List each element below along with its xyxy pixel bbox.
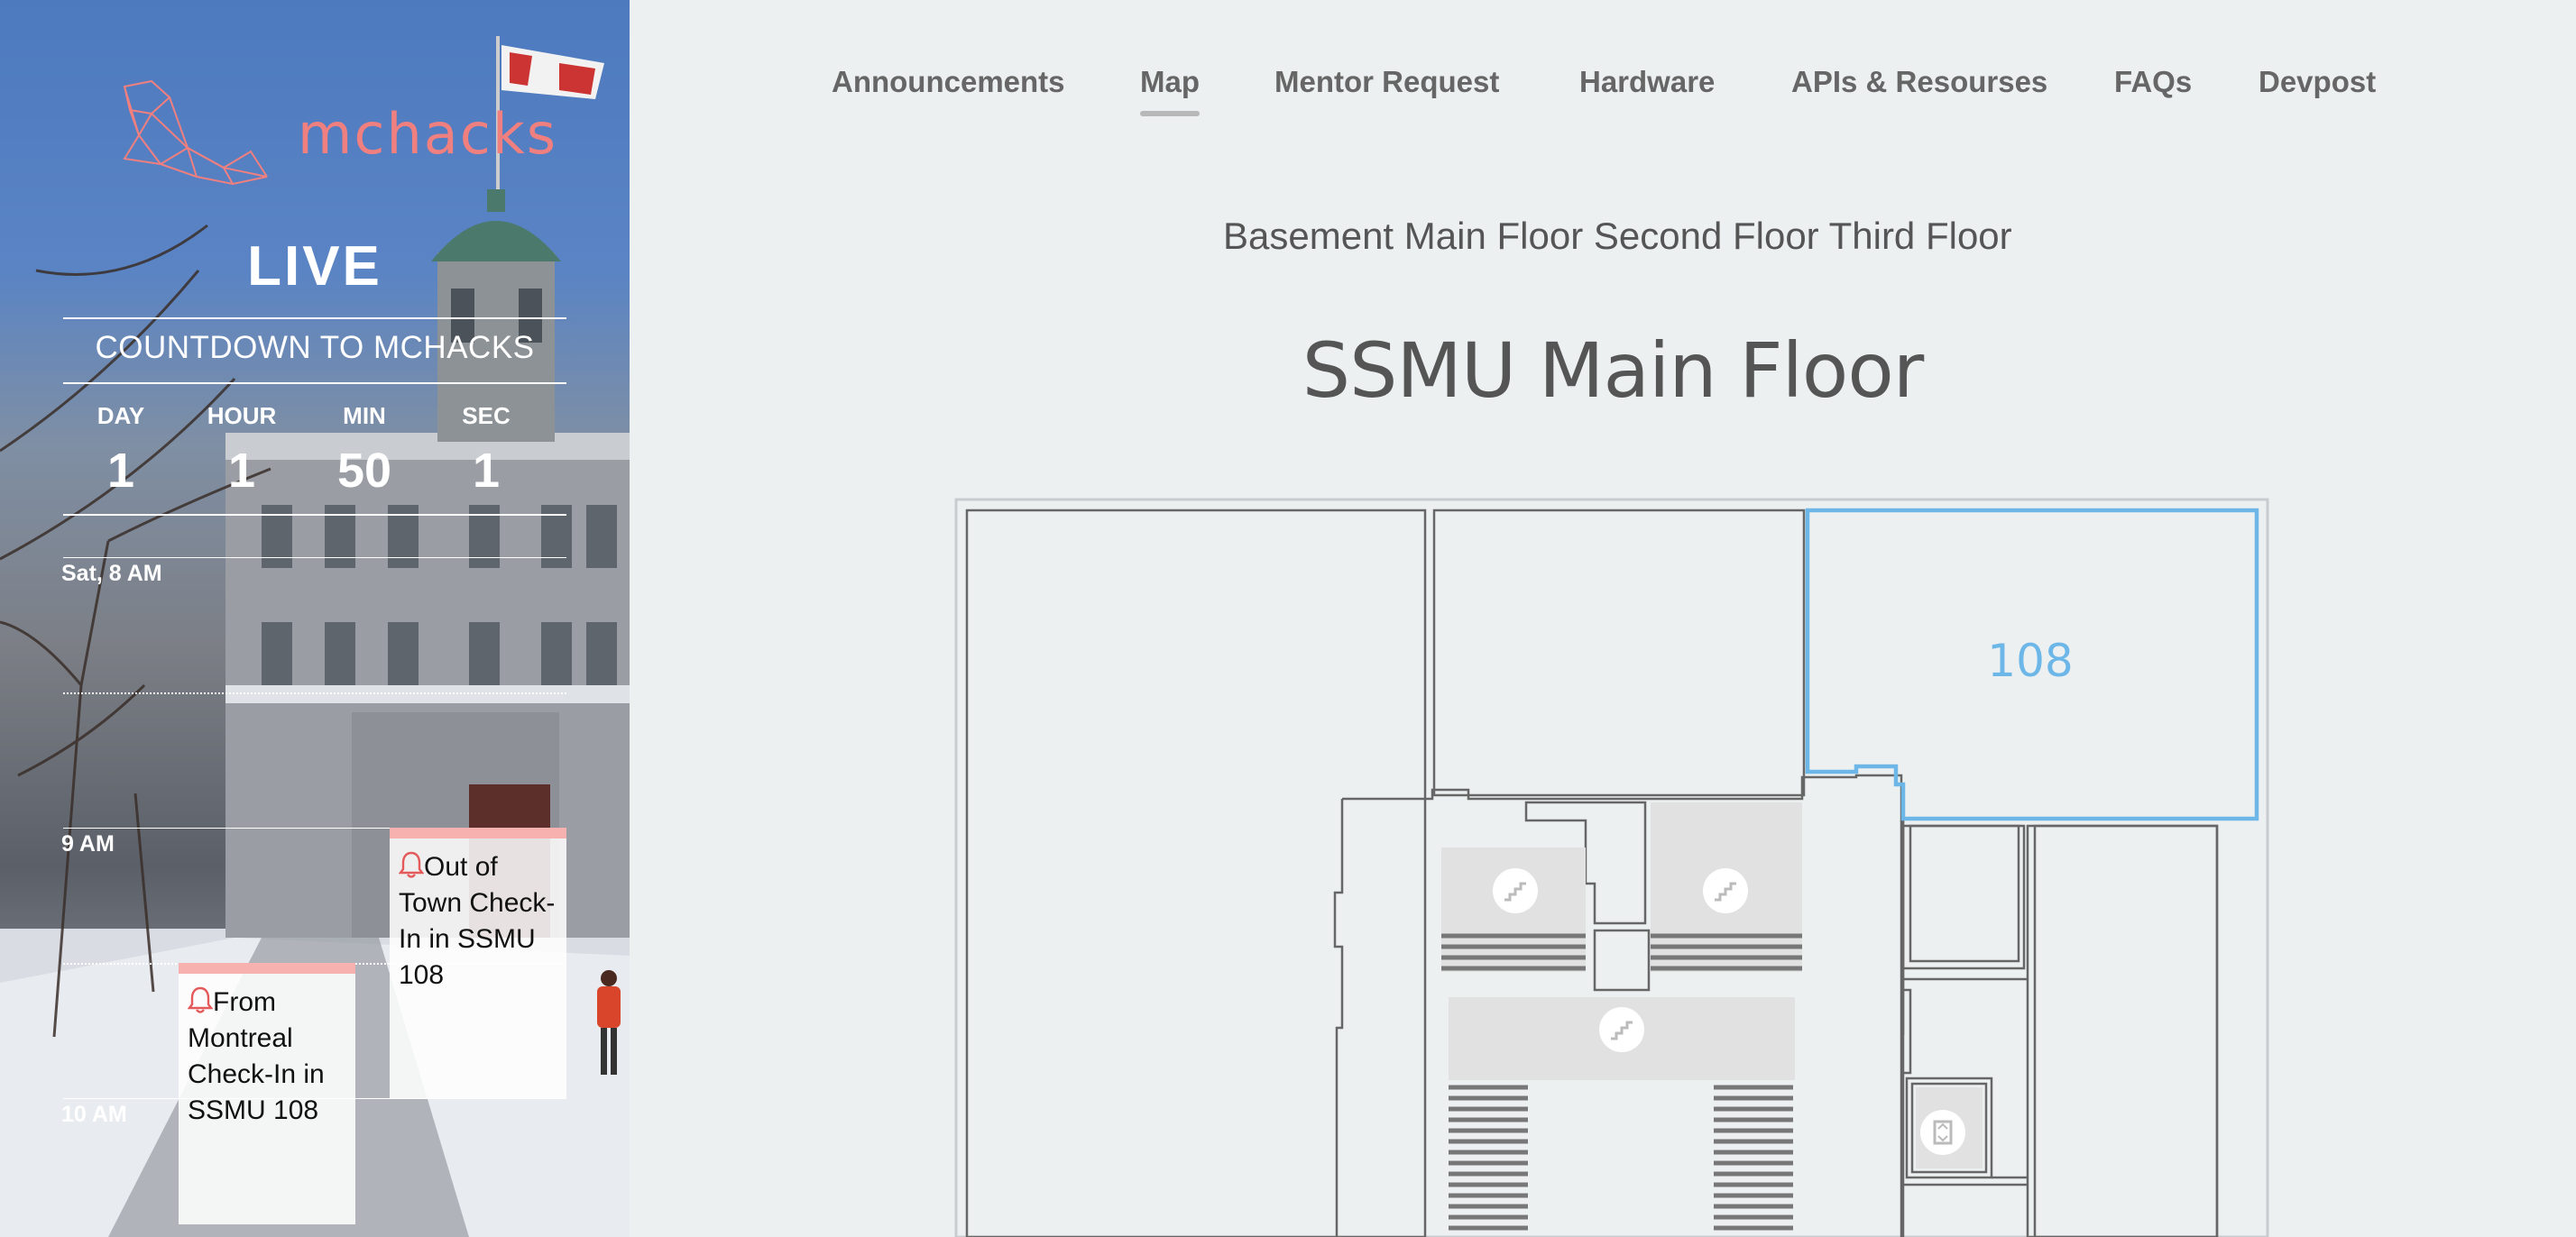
schedule-event-card[interactable]: Out of Town Check-In in SSMU 108 — [390, 828, 566, 1098]
schedule-half-hour-line — [63, 692, 566, 694]
nav-faqs[interactable]: FAQs — [2114, 65, 2192, 99]
stairs-icon — [1599, 1007, 1644, 1052]
divider — [63, 317, 566, 319]
countdown-days: DAY 1 — [67, 402, 175, 499]
divider — [63, 514, 566, 516]
schedule-time-label: 10 AM — [61, 1102, 127, 1127]
floor-selector: Basement Main Floor Second Floor Third F… — [1223, 215, 2012, 258]
bell-icon — [188, 986, 213, 1013]
floor-link-main[interactable]: Main Floor — [1404, 215, 1583, 257]
countdown-hours: HOUR 1 — [188, 402, 296, 499]
countdown-value: 50 — [336, 444, 392, 498]
sidebar: mchacks LIVE COUNTDOWN TO MCHACKS DAY 1 … — [0, 0, 630, 1237]
room-left-wing[interactable] — [965, 509, 1427, 1237]
elevator-icon — [1920, 1110, 1965, 1155]
stairs-icon — [1493, 868, 1538, 913]
nav-mentor-request[interactable]: Mentor Request — [1274, 65, 1499, 99]
countdown-minutes: MIN 50 — [310, 402, 419, 499]
brand-wordmark[interactable]: mchacks — [298, 101, 557, 167]
schedule-event-card[interactable]: From Montreal Check-In in SSMU 108 — [179, 963, 355, 1224]
floor-link-second[interactable]: Second Floor — [1594, 215, 1819, 257]
countdown-value: 1 — [472, 444, 501, 498]
floor-title: SSMU Main Floor — [1302, 326, 1925, 415]
countdown-seconds: SEC 1 — [432, 402, 540, 499]
nav-devpost[interactable]: Devpost — [2259, 65, 2376, 99]
room-right-1[interactable] — [1901, 824, 2026, 970]
schedule-hour-line — [63, 557, 566, 558]
floor-plan: 108 — [954, 498, 2269, 1237]
countdown-value: 1 — [227, 444, 256, 498]
schedule-time-label: 9 AM — [61, 831, 115, 857]
floor-link-third[interactable]: Third Floor — [1829, 215, 2012, 257]
schedule-time-label: Sat, 8 AM — [61, 561, 162, 586]
room-top-middle[interactable] — [1432, 509, 1806, 797]
countdown-value: 1 — [106, 444, 135, 498]
nav-hardware[interactable]: Hardware — [1579, 65, 1715, 99]
seal-logo-icon[interactable] — [115, 78, 269, 189]
room-108-label: 108 — [1987, 635, 2073, 687]
live-status: LIVE — [247, 235, 382, 298]
floor-link-basement[interactable]: Basement — [1223, 215, 1394, 257]
bell-icon — [399, 851, 424, 878]
stairs-icon — [1703, 868, 1748, 913]
nav-map[interactable]: Map — [1140, 65, 1200, 116]
room-right-2[interactable] — [2026, 824, 2219, 1237]
nav-announcements[interactable]: Announcements — [832, 65, 1065, 99]
nav-apis-resources[interactable]: APIs & Resourses — [1791, 65, 2047, 99]
